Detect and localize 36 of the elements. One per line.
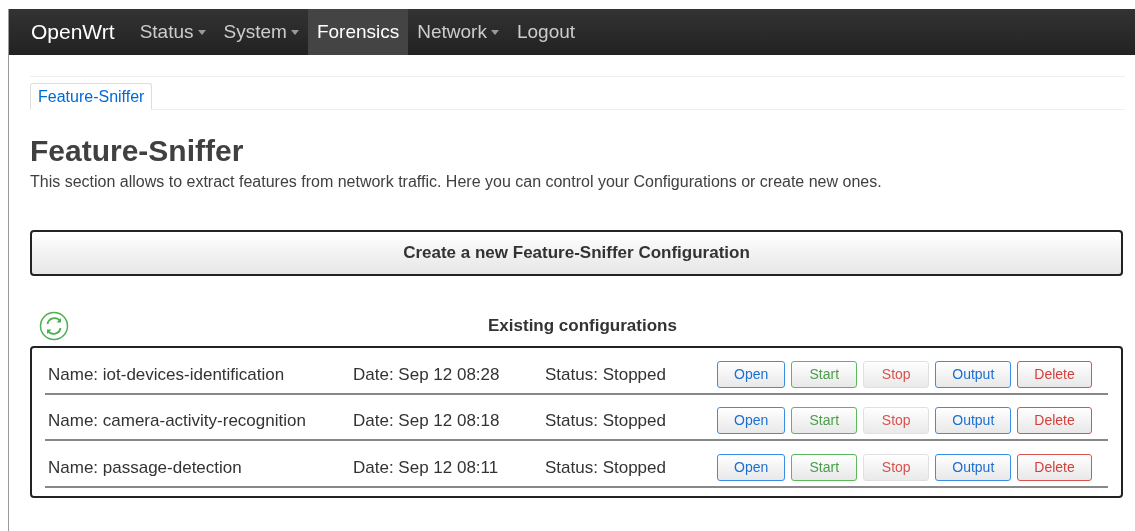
config-date: Date: Sep 12 08:11: [353, 456, 500, 479]
page-heading: Feature-Sniffer: [30, 134, 245, 168]
section-description: This section allows to extract features from network traffic. Here you can control your Configurations or create new ones.: [30, 172, 883, 192]
action-button[interactable]: Output: [935, 360, 1012, 388]
action-button[interactable]: Delete: [1017, 360, 1092, 388]
nav-menu-item[interactable]: Logout: [507, 9, 585, 55]
config-name: Name: iot-devices-identification: [47, 363, 286, 386]
refresh-icon[interactable]: [39, 311, 69, 341]
action-button[interactable]: Delete: [1017, 453, 1092, 481]
list-title: Existing configurations: [488, 315, 677, 338]
create-configuration-button[interactable]: Create a new Feature-Sniffer Configuration: [30, 230, 1123, 276]
config-name: Name: passage-detection: [47, 456, 243, 479]
config-status: Status: Stopped: [545, 456, 667, 479]
nav-menu-item[interactable]: Status: [130, 9, 215, 55]
config-status: Status: Stopped: [545, 410, 667, 432]
config-date: Date: Sep 12 08:28: [353, 363, 501, 386]
action-button[interactable]: Output: [935, 407, 1012, 435]
nav-menu-item[interactable]: Forensics: [307, 9, 409, 55]
action-button[interactable]: Start: [791, 453, 858, 481]
tab[interactable]: Feature-Sniffer: [30, 83, 153, 110]
action-button[interactable]: Start: [791, 360, 858, 388]
action-button[interactable]: Open: [717, 360, 786, 388]
config-status: Status: Stopped: [545, 363, 667, 386]
caret-icon: [290, 29, 299, 35]
action-button[interactable]: Open: [717, 407, 786, 435]
action-button[interactable]: Start: [791, 407, 858, 435]
action-button[interactable]: Open: [717, 453, 786, 481]
caret-icon: [490, 29, 499, 35]
config-date: Date: Sep 12 08:18: [353, 410, 501, 432]
action-button[interactable]: Delete: [1017, 407, 1092, 435]
config-name: Name: camera-activity-recognition: [47, 410, 307, 432]
brand-logo[interactable]: OpenWrt: [15, 9, 131, 55]
nav-menu-item[interactable]: System: [214, 9, 308, 55]
nav-menu-item[interactable]: Network: [408, 9, 508, 55]
caret-icon: [197, 29, 206, 35]
action-button[interactable]: Output: [935, 453, 1012, 481]
